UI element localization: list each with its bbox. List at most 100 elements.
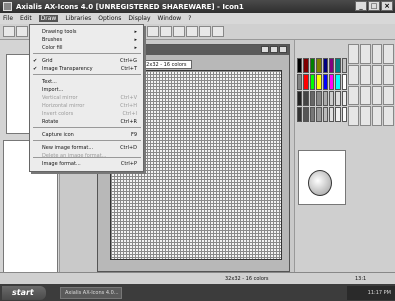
menu-item-label: Drawing tools: [42, 29, 77, 35]
menu-draw[interactable]: Draw: [38, 15, 59, 22]
draw-menu-item[interactable]: Image format... Ctrl+P: [30, 160, 143, 168]
palette-swatch[interactable]: [328, 74, 335, 90]
line-icon[interactable]: [383, 44, 394, 64]
palette-swatch[interactable]: [335, 106, 341, 122]
draw-menu-item[interactable]: Horizontal mirror Ctrl+H: [30, 102, 143, 110]
palette-swatch[interactable]: [309, 90, 316, 106]
menu-window[interactable]: Window: [158, 15, 182, 22]
status-bar: 32x32 - 16 colors 13:1: [0, 272, 395, 284]
draw-menu-item[interactable]: Delete an image format...: [30, 152, 143, 160]
open-icon[interactable]: [16, 26, 28, 37]
menu-edit[interactable]: Edit: [20, 15, 32, 22]
tool-icon-1[interactable]: [147, 26, 159, 37]
fill-icon[interactable]: [371, 44, 383, 64]
ellipse-icon[interactable]: [359, 64, 371, 85]
palette-swatch[interactable]: [297, 58, 303, 74]
doc-close-button[interactable]: [279, 46, 287, 53]
mouse-icon: [308, 170, 332, 196]
menu-options[interactable]: Options: [98, 15, 121, 22]
tool-icon-3[interactable]: [173, 26, 185, 37]
menu-item-shortcut: Ctrl+D: [120, 145, 137, 151]
palette-swatch[interactable]: [297, 106, 303, 122]
palette-swatch[interactable]: [316, 74, 322, 90]
palette-swatch[interactable]: [297, 74, 303, 90]
gradient-icon[interactable]: [383, 106, 394, 126]
tool-icon-2[interactable]: [160, 26, 172, 37]
menu-libraries[interactable]: Libraries: [65, 15, 91, 22]
close-button[interactable]: ×: [381, 1, 393, 11]
image-format-select[interactable]: 32x32 - 16 colors: [140, 60, 192, 69]
rect-icon[interactable]: [348, 64, 359, 85]
draw-menu-item[interactable]: Brushes ▸: [30, 36, 143, 44]
move-icon[interactable]: [383, 85, 394, 106]
palette-swatch[interactable]: [322, 90, 328, 106]
text-icon[interactable]: [383, 64, 394, 85]
draw-menu-item[interactable]: Vertical mirror Ctrl+V: [30, 94, 143, 102]
taskbar-app-button[interactable]: Axialis AX-Icons 4.0...: [60, 286, 122, 299]
draw-menu-item[interactable]: Drawing tools ▸: [30, 28, 143, 36]
menu-help[interactable]: ?: [188, 15, 191, 22]
tool-icon-5[interactable]: [199, 26, 211, 37]
palette-swatch[interactable]: [335, 90, 341, 106]
polygon-icon[interactable]: [371, 106, 383, 126]
palette-swatch[interactable]: [309, 106, 316, 122]
palette-swatch[interactable]: [335, 74, 341, 90]
menu-item-label: New image format...: [42, 145, 94, 151]
drawing-tools: [348, 44, 394, 126]
palette-swatch[interactable]: [309, 74, 316, 90]
menu-item-label: Vertical mirror: [42, 95, 78, 101]
palette-swatch[interactable]: [322, 106, 328, 122]
palette-swatch[interactable]: [316, 106, 322, 122]
menu-display[interactable]: Display: [128, 15, 150, 22]
pencil-icon[interactable]: [348, 44, 359, 64]
system-tray-clock: 11:17 PM: [347, 285, 395, 300]
palette-swatch[interactable]: [303, 90, 309, 106]
draw-menu-item[interactable]: Text...: [30, 78, 143, 86]
brush-icon[interactable]: [359, 44, 371, 64]
taskbar: start Axialis AX-Icons 4.0... 11:17 PM: [0, 284, 395, 301]
eraser-icon[interactable]: [359, 85, 371, 106]
draw-menu-dropdown: Drawing tools ▸ Brushes ▸ Color fill ▸ Grid ✔ Ct…: [29, 24, 144, 172]
draw-menu-item[interactable]: Import...: [30, 86, 143, 94]
maximize-button[interactable]: □: [368, 1, 380, 11]
draw-menu-item[interactable]: Color fill ▸: [30, 44, 143, 52]
menu-file[interactable]: File: [3, 15, 13, 22]
palette-swatch[interactable]: [309, 58, 316, 74]
zoom-icon[interactable]: [371, 85, 383, 106]
tool-icon-6[interactable]: [212, 26, 224, 37]
tool-icon-4[interactable]: [186, 26, 198, 37]
palette-swatch[interactable]: [322, 58, 328, 74]
palette-swatch[interactable]: [328, 58, 335, 74]
draw-menu-item[interactable]: Invert colors Ctrl+I: [30, 110, 143, 118]
select-icon[interactable]: [371, 64, 383, 85]
palette-swatch[interactable]: [328, 90, 335, 106]
palette-swatch[interactable]: [341, 74, 347, 90]
palette-swatch[interactable]: [328, 106, 335, 122]
curve-icon[interactable]: [359, 106, 371, 126]
menu-item-label: Image format...: [42, 161, 81, 167]
picker-icon[interactable]: [348, 85, 359, 106]
palette-swatch[interactable]: [322, 74, 328, 90]
palette-swatch[interactable]: [303, 74, 309, 90]
spray-icon[interactable]: [348, 106, 359, 126]
doc-maximize-button[interactable]: [270, 46, 278, 53]
draw-menu-item[interactable]: Image Transparency ✔ Ctrl+T: [30, 65, 143, 73]
minimize-button[interactable]: _: [355, 1, 367, 11]
draw-menu-item[interactable]: Grid ✔ Ctrl+G: [30, 57, 143, 65]
start-button[interactable]: start: [2, 285, 46, 300]
draw-menu-item[interactable]: Capture icon F9: [30, 131, 143, 139]
doc-minimize-button[interactable]: [261, 46, 269, 53]
palette-swatch[interactable]: [341, 58, 347, 74]
palette-swatch[interactable]: [341, 90, 347, 106]
status-format: 32x32 - 16 colors: [225, 276, 269, 282]
palette-swatch[interactable]: [297, 90, 303, 106]
palette-swatch[interactable]: [303, 58, 309, 74]
draw-menu-item[interactable]: New image format... Ctrl+D: [30, 144, 143, 152]
palette-swatch[interactable]: [335, 58, 341, 74]
palette-swatch[interactable]: [316, 58, 322, 74]
new-icon[interactable]: [3, 26, 15, 37]
palette-swatch[interactable]: [303, 106, 309, 122]
palette-swatch[interactable]: [341, 106, 347, 122]
palette-swatch[interactable]: [316, 90, 322, 106]
draw-menu-item[interactable]: Rotate Ctrl+R: [30, 118, 143, 126]
